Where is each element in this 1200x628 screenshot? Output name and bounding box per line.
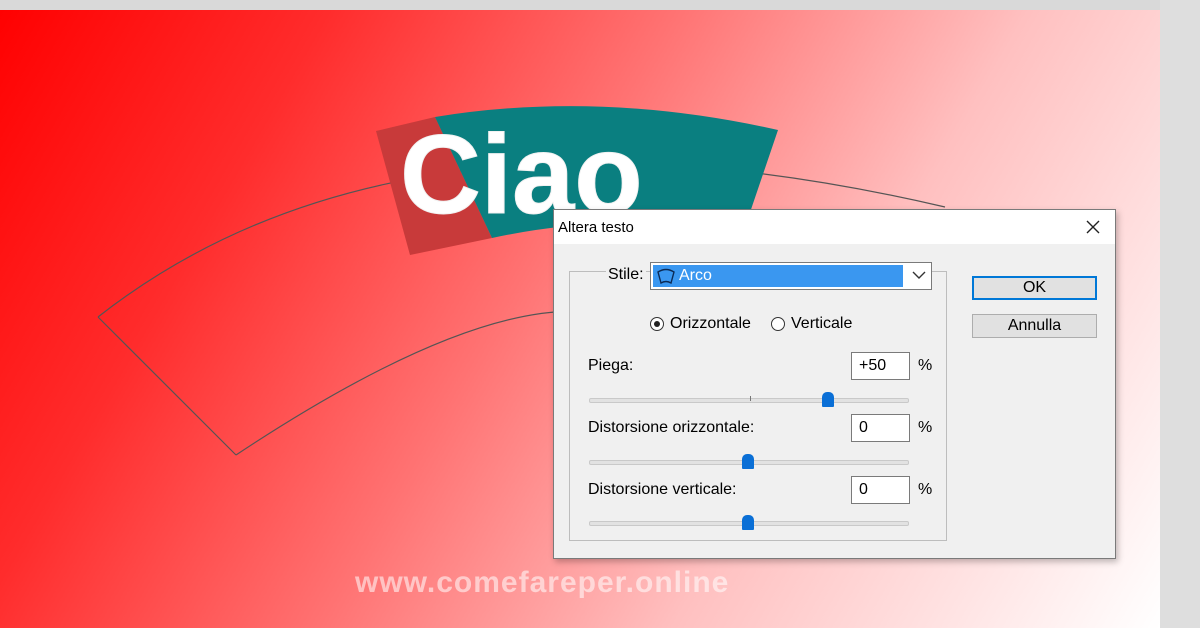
v-distortion-input[interactable]: 0 bbox=[851, 476, 910, 504]
bend-input[interactable]: +50 bbox=[851, 352, 910, 380]
radio-vertical[interactable]: Verticale bbox=[771, 315, 852, 333]
radio-horizontal[interactable]: Orizzontale bbox=[650, 315, 751, 333]
close-button[interactable] bbox=[1079, 214, 1107, 240]
bend-label: Piega: bbox=[588, 357, 634, 374]
radio-horizontal-indicator bbox=[650, 317, 664, 331]
site-watermark: www.comefareper.online bbox=[355, 566, 730, 599]
style-selected-highlight: Arco bbox=[653, 265, 903, 287]
arc-warp-icon bbox=[657, 268, 675, 284]
h-distortion-input[interactable]: 0 bbox=[851, 414, 910, 442]
chevron-down-icon bbox=[912, 271, 926, 279]
v-distortion-slider-thumb[interactable] bbox=[742, 515, 754, 530]
style-label: Stile: bbox=[606, 266, 646, 284]
bend-slider-center-tick bbox=[750, 396, 751, 401]
h-distortion-label: Distorsione orizzontale: bbox=[588, 419, 755, 436]
bend-slider-thumb[interactable] bbox=[821, 392, 834, 407]
h-distortion-unit: % bbox=[918, 419, 933, 436]
h-distortion-slider-thumb[interactable] bbox=[742, 454, 754, 469]
radio-horizontal-label: Orizzontale bbox=[670, 315, 751, 332]
v-distortion-label: Distorsione verticale: bbox=[588, 481, 737, 498]
v-distortion-unit: % bbox=[918, 481, 933, 498]
dialog-titlebar: Altera testo bbox=[554, 210, 1115, 244]
style-selected-value: Arco bbox=[679, 267, 712, 284]
warp-text-dialog: Altera testo Stile: Arco Orizzontale Ver… bbox=[553, 209, 1116, 559]
cancel-button[interactable]: Annulla bbox=[972, 314, 1097, 338]
dialog-title: Altera testo bbox=[558, 219, 634, 236]
workspace-right-border bbox=[1160, 0, 1200, 628]
radio-vertical-indicator bbox=[771, 317, 785, 331]
bend-unit: % bbox=[918, 357, 933, 374]
close-icon bbox=[1086, 220, 1100, 234]
style-dropdown[interactable]: Arco bbox=[650, 262, 932, 290]
radio-vertical-label: Verticale bbox=[791, 315, 853, 332]
ok-button[interactable]: OK bbox=[972, 276, 1097, 300]
bend-slider-track[interactable] bbox=[589, 398, 909, 403]
